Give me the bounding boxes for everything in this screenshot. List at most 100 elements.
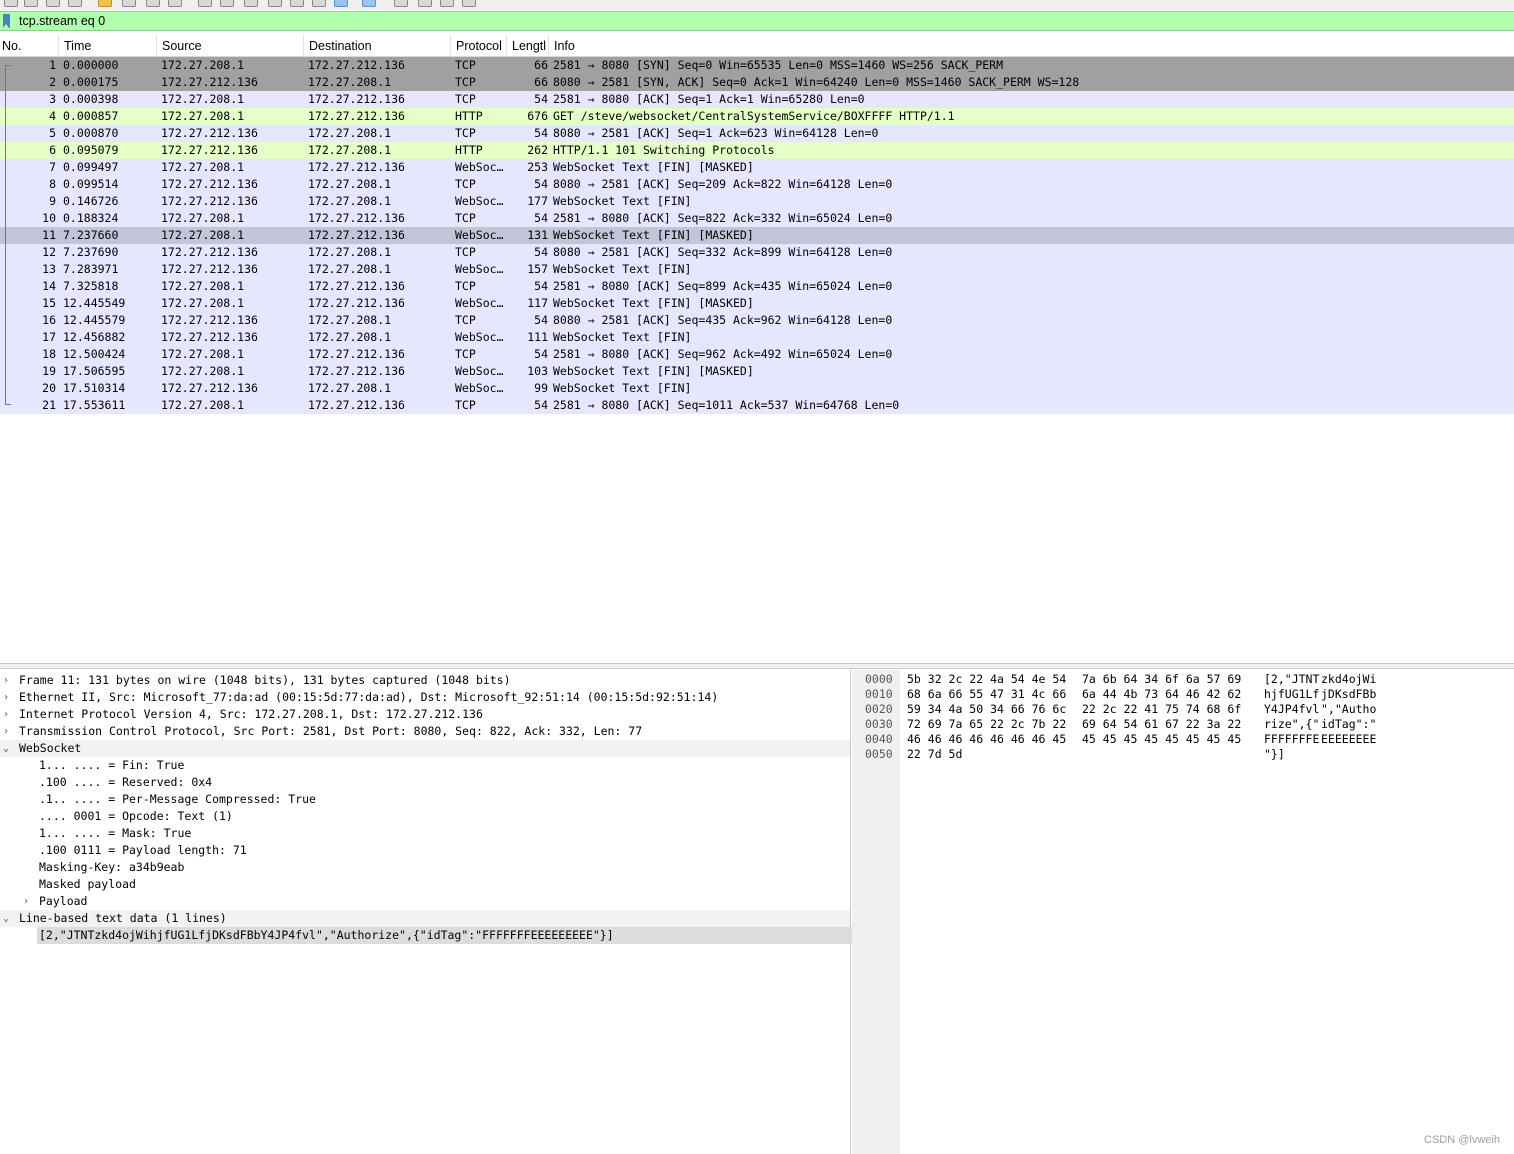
save-file-icon[interactable] (24, 0, 38, 7)
print-icon[interactable] (168, 0, 182, 7)
details-line[interactable]: ⌄ Line-based text data (1 lines) (0, 910, 850, 927)
column-header-source[interactable]: Source (157, 35, 304, 56)
column-header-protocol[interactable]: Protocol (451, 35, 507, 56)
packet-row[interactable]: 18 12.500424 172.27.208.1 172.27.212.136 TCP… (0, 346, 1514, 363)
details-line[interactable]: 1... .... = Mask: True (0, 825, 850, 842)
packet-row[interactable]: 4 0.000857 172.27.208.1 172.27.212.136 HTTP 6… (0, 108, 1514, 125)
details-line[interactable]: › Ethernet II, Src: Microsoft_77:da:ad (0… (0, 689, 850, 706)
go-to-packet-icon[interactable] (268, 0, 282, 7)
expand-arrow-icon[interactable]: › (21, 893, 31, 910)
zoom-in-icon[interactable] (394, 0, 408, 7)
packet-destination: 172.27.208.1 (308, 245, 392, 259)
details-line[interactable]: › Internet Protocol Version 4, Src: 172.2… (0, 706, 850, 723)
bytes-line[interactable]: 0050 22 7d 5d "}] (857, 747, 1514, 762)
expand-arrow-icon[interactable]: › (1, 689, 11, 706)
zoom-out-icon[interactable] (418, 0, 432, 7)
packet-source: 172.27.212.136 (161, 245, 258, 259)
details-line[interactable]: ⌄ WebSocket (0, 740, 850, 757)
packet-destination: 172.27.212.136 (308, 92, 405, 106)
details-line[interactable]: › Transmission Control Protocol, Src Port… (0, 723, 850, 740)
file-icon[interactable] (122, 0, 136, 7)
packet-row[interactable]: 7 0.099497 172.27.208.1 172.27.212.136 WebSo… (0, 159, 1514, 176)
details-line[interactable]: › Frame 11: 131 bytes on wire (1048 bits)… (0, 672, 850, 689)
details-line[interactable]: › Payload (0, 893, 850, 910)
details-line[interactable]: .1.. .... = Per-Message Compressed: True (0, 791, 850, 808)
expand-arrow-icon[interactable]: › (1, 672, 11, 689)
packet-destination: 172.27.212.136 (308, 279, 405, 293)
packet-row[interactable]: 17 12.456882 172.27.212.136 172.27.208.1 Web… (0, 329, 1514, 346)
close-file-icon[interactable] (46, 0, 60, 7)
packet-no: 2 (49, 75, 56, 89)
packet-row[interactable]: 16 12.445579 172.27.212.136 172.27.208.1 TCP… (0, 312, 1514, 329)
first-packet-icon[interactable] (290, 0, 304, 7)
normal-size-icon[interactable] (440, 0, 454, 7)
packet-row[interactable]: 8 0.099514 172.27.212.136 172.27.208.1 TCP 54… (0, 176, 1514, 193)
autoscroll-icon[interactable] (334, 0, 348, 7)
packet-row[interactable]: 13 7.283971 172.27.212.136 172.27.208.1 WebS… (0, 261, 1514, 278)
column-header-length[interactable]: Lengtl (507, 35, 549, 56)
column-header-time[interactable]: Time (59, 35, 157, 56)
packet-row[interactable]: 2 0.000175 172.27.212.136 172.27.208.1 TCP 66… (0, 74, 1514, 91)
packet-row-selected[interactable]: 11 7.237660 172.27.208.1 172.27.212.136 WebS… (0, 227, 1514, 244)
packet-row[interactable]: 1 0.000000 172.27.208.1 172.27.212.136 TCP 66… (0, 57, 1514, 74)
reload-icon[interactable] (68, 0, 82, 7)
packet-row[interactable]: 19 17.506595 172.27.208.1 172.27.212.136 Web… (0, 363, 1514, 380)
packet-source: 172.27.208.1 (161, 296, 245, 310)
last-packet-icon[interactable] (312, 0, 326, 7)
packet-length: 54 (534, 126, 548, 140)
packet-row[interactable]: 9 0.146726 172.27.212.136 172.27.208.1 WebSo… (0, 193, 1514, 210)
packet-source: 172.27.208.1 (161, 347, 245, 361)
packet-no: 17 (42, 330, 56, 344)
packet-row[interactable]: 21 17.553611 172.27.208.1 172.27.212.136 TCP… (0, 397, 1514, 414)
expand-arrow-icon[interactable]: › (1, 723, 11, 740)
collapse-arrow-icon[interactable]: ⌄ (1, 910, 11, 927)
packet-row[interactable]: 5 0.000870 172.27.212.136 172.27.208.1 TCP 54… (0, 125, 1514, 142)
pane-splitter[interactable] (0, 663, 1514, 669)
go-forward-icon[interactable] (244, 0, 258, 7)
packet-row[interactable]: 12 7.237690 172.27.212.136 172.27.208.1 TCP 5… (0, 244, 1514, 261)
folder-icon[interactable] (98, 0, 112, 7)
export-icon[interactable] (146, 0, 160, 7)
details-line[interactable]: .... 0001 = Opcode: Text (1) (0, 808, 850, 825)
bytes-line[interactable]: 0030 72 69 7a 65 22 2c 7b 22 69 64 54 61 6… (857, 717, 1514, 732)
details-line[interactable]: Masked payload (0, 876, 850, 893)
details-line[interactable]: Masking-Key: a34b9eab (0, 859, 850, 876)
packet-protocol: TCP (455, 75, 476, 89)
find-packet-icon[interactable] (198, 0, 212, 7)
ascii-bytes: rize",{" (1264, 717, 1320, 731)
go-back-icon[interactable] (220, 0, 234, 7)
bytes-line[interactable]: 0040 46 46 46 46 46 46 46 45 45 45 45 45 4… (857, 732, 1514, 747)
packet-source: 172.27.208.1 (161, 58, 245, 72)
bytes-line[interactable]: 0020 59 34 4a 50 34 66 76 6c 22 2c 22 41 7… (857, 702, 1514, 717)
column-header-no[interactable]: No. (0, 35, 59, 56)
details-line[interactable]: .100 .... = Reserved: 0x4 (0, 774, 850, 791)
packet-row[interactable]: 20 17.510314 172.27.212.136 172.27.208.1 Web… (0, 380, 1514, 397)
open-file-icon[interactable] (4, 0, 18, 7)
bytes-line[interactable]: 0010 68 6a 66 55 47 31 4c 66 6a 44 4b 73 6… (857, 687, 1514, 702)
packet-row[interactable]: 3 0.000398 172.27.208.1 172.27.212.136 TCP 54… (0, 91, 1514, 108)
display-filter-input[interactable] (17, 12, 1499, 30)
packet-length: 54 (534, 347, 548, 361)
details-line[interactable]: [2,"JTNTzkd4ojWihjfUG1LfjDKsdFBbY4JP4fvl… (0, 927, 852, 944)
column-header-destination[interactable]: Destination (304, 35, 451, 56)
packet-row[interactable]: 14 7.325818 172.27.208.1 172.27.212.136 TCP 5… (0, 278, 1514, 295)
bookmark-icon[interactable] (3, 14, 10, 28)
packet-time: 0.099497 (63, 160, 119, 174)
packet-row[interactable]: 10 0.188324 172.27.208.1 172.27.212.136 TCP 5… (0, 210, 1514, 227)
hex-bytes: 69 64 54 61 67 22 3a 22 (1082, 717, 1242, 731)
resize-columns-icon[interactable] (462, 0, 476, 7)
packet-row[interactable]: 6 0.095079 172.27.212.136 172.27.208.1 HTTP 2… (0, 142, 1514, 159)
details-text: Frame 11: 131 bytes on wire (1048 bits),… (19, 673, 511, 687)
details-line[interactable]: 1... .... = Fin: True (0, 757, 850, 774)
packet-row[interactable]: 15 12.445549 172.27.208.1 172.27.212.136 Web… (0, 295, 1514, 312)
packet-info: 2581 → 8080 [ACK] Seq=899 Ack=435 Win=65… (553, 279, 893, 293)
colorize-icon[interactable] (362, 0, 376, 7)
details-line[interactable]: .100 0111 = Payload length: 71 (0, 842, 850, 859)
bytes-line[interactable]: 0000 5b 32 2c 22 4a 54 4e 54 7a 6b 64 34 6… (857, 672, 1514, 687)
packet-destination: 172.27.212.136 (308, 228, 405, 242)
column-header-info[interactable]: Info (549, 35, 1514, 56)
display-filter-bar (0, 11, 1514, 31)
packet-no: 20 (42, 381, 56, 395)
expand-arrow-icon[interactable]: › (1, 706, 11, 723)
collapse-arrow-icon[interactable]: ⌄ (1, 740, 11, 757)
